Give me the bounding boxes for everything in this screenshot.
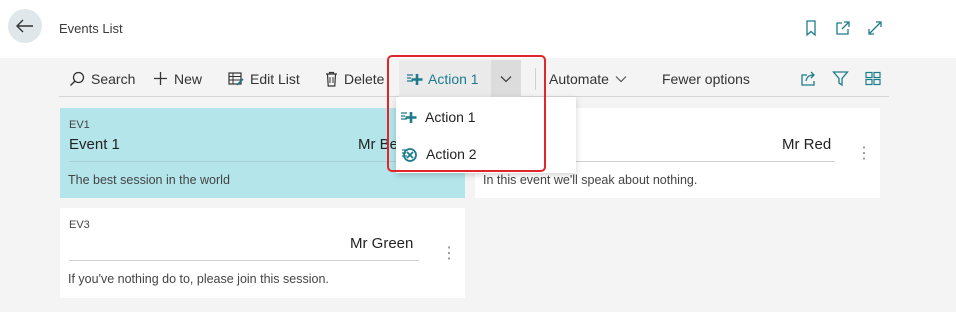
action-bar: Search New Edit List Delete Action 1 Aut… [59,60,889,97]
chevron-down-icon [500,75,512,82]
menu-item-action-2[interactable]: Action 2 [396,137,576,171]
page-title: Events List [59,21,123,36]
action-split-button: Action 1 [399,60,521,97]
search-label: Search [91,70,136,87]
search-icon [70,71,85,86]
bookmark-icon[interactable] [802,19,820,37]
delete-label: Delete [344,70,385,87]
expand-icon[interactable] [866,19,884,37]
delete-button[interactable]: Delete [325,60,384,97]
card-divider [69,260,419,261]
share-icon[interactable] [799,70,817,87]
edit-list-button[interactable]: Edit List [228,60,300,97]
add-action-icon [401,112,417,123]
new-button[interactable]: New [153,60,202,97]
event-name: Event 1 [69,136,120,153]
add-action-icon [407,73,423,85]
action-dropdown-toggle[interactable] [491,60,521,97]
event-description: If you've nothing do to, please join thi… [68,272,329,286]
fewer-options-label: Fewer options [662,70,750,87]
card-divider [69,161,399,162]
layout-grid-icon[interactable] [865,71,881,86]
chevron-down-icon [615,75,627,82]
filter-icon[interactable] [832,70,849,87]
menu-item-label: Action 1 [425,109,476,125]
edit-list-label: Edit List [250,70,300,87]
event-card[interactable]: EV3 Mr Green ⋮ If you've nothing do to, … [60,208,465,298]
action-dropdown-menu: Action 1 Action 2 [396,97,576,173]
action-1-button[interactable]: Action 1 [399,60,491,97]
automate-label: Automate [549,70,609,87]
fewer-options-button[interactable]: Fewer options [662,60,750,97]
event-code: EV3 [69,219,90,231]
action-1-label: Action 1 [428,70,479,87]
more-options-icon[interactable]: ⋮ [441,246,457,262]
more-options-icon[interactable]: ⋮ [856,146,872,162]
event-speaker: Mr Green [350,235,414,252]
event-description: In this event we'll speak about nothing. [483,173,698,187]
automate-menu-button[interactable]: Automate [549,60,627,97]
new-label: New [174,70,203,87]
toolbar-separator [535,68,536,90]
arrow-left-icon [16,19,33,33]
remove-action-icon [402,147,417,162]
menu-item-action-1[interactable]: Action 1 [396,100,576,134]
event-code: EV1 [69,119,90,131]
event-description: The best session in the world [68,173,230,187]
event-speaker: Mr Be [358,136,399,153]
event-speaker: Mr Red [782,136,832,153]
search-button[interactable]: Search [69,60,135,97]
plus-icon [154,72,167,85]
edit-list-icon [228,72,244,86]
back-button[interactable] [8,9,42,43]
open-in-new-window-icon[interactable] [834,19,852,37]
top-bar: Events List [0,0,956,58]
menu-item-label: Action 2 [426,146,477,162]
trash-icon [326,71,337,87]
